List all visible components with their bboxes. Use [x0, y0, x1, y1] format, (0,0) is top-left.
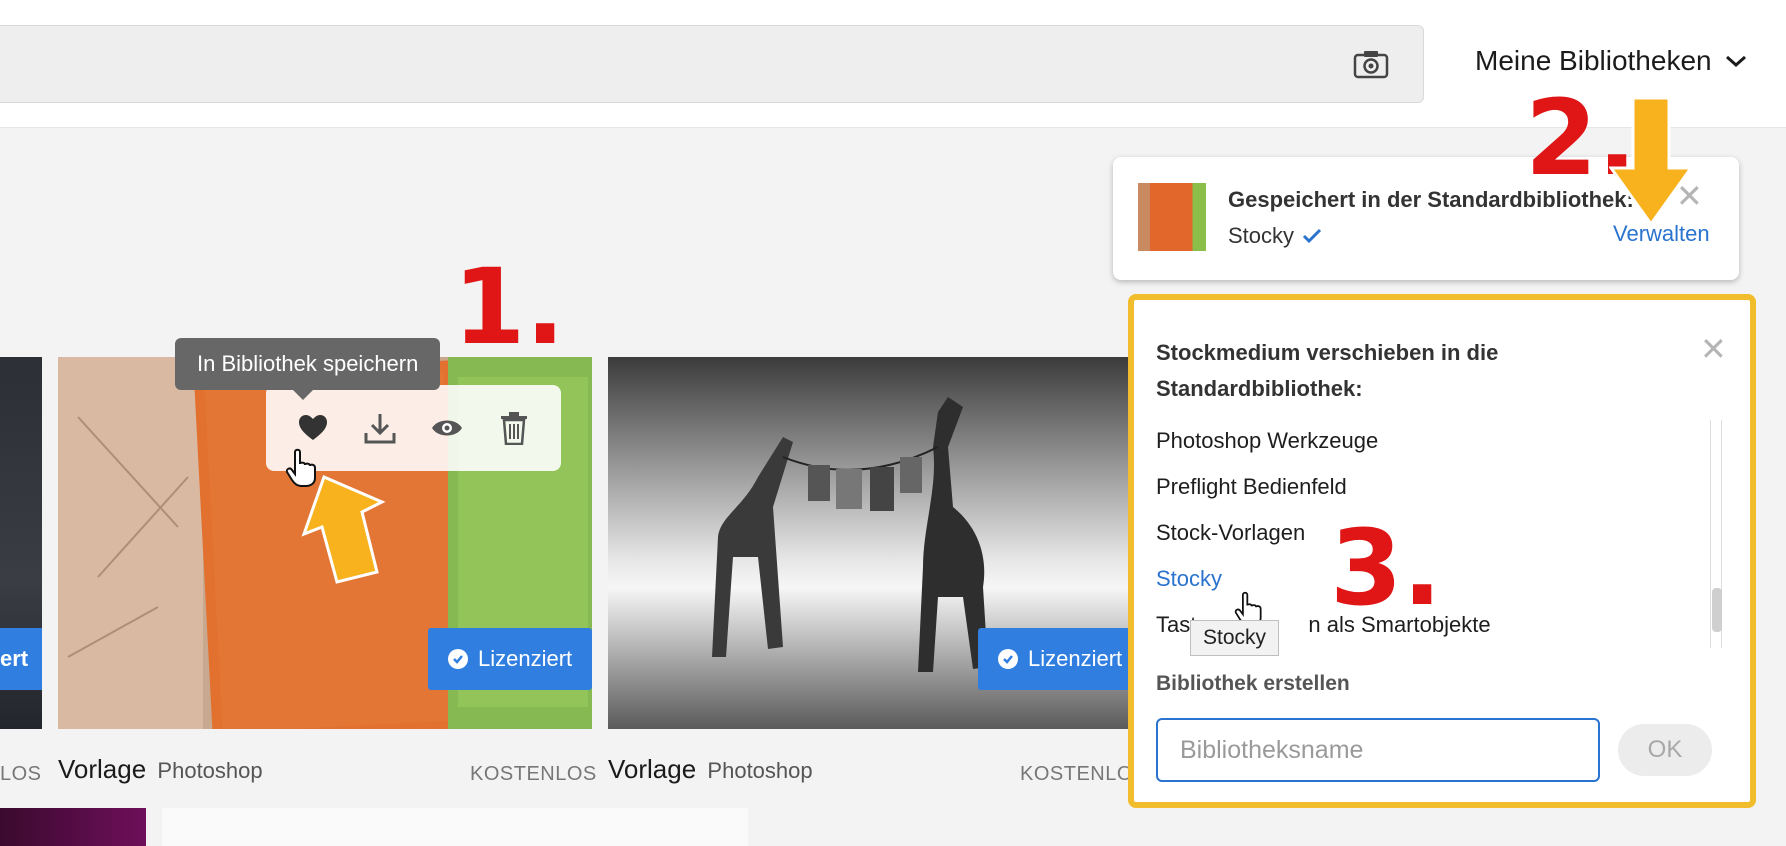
- step-1-annotation: 1.: [453, 246, 565, 368]
- asset-app: Photoshop: [157, 758, 263, 783]
- checkmark-icon: [448, 649, 468, 669]
- download-icon[interactable]: [362, 410, 398, 446]
- create-library-label: Bibliothek erstellen: [1156, 672, 1350, 695]
- card-caption: Vorlage Photoshop: [58, 754, 263, 785]
- my-libraries-label: Meine Bibliotheken: [1475, 45, 1712, 76]
- scrollbar-thumb[interactable]: [1712, 588, 1722, 632]
- heart-icon[interactable]: [295, 410, 331, 446]
- licensed-label: Lizenziert: [1028, 646, 1123, 671]
- library-list-item[interactable]: Photoshop Werkzeuge: [1156, 418, 1726, 464]
- card-image-left[interactable]: ert: [0, 357, 42, 729]
- price-label: KOSTENLOS: [470, 763, 597, 785]
- preview-eye-icon[interactable]: [429, 410, 465, 446]
- panel-heading: Stockmedium verschieben in die Standardb…: [1156, 340, 1499, 401]
- asset-type: Vorlage: [58, 754, 147, 784]
- toast-thumbnail: [1138, 183, 1206, 251]
- library-list-item[interactable]: Preflight Bedienfeld: [1156, 464, 1726, 510]
- checkmark-icon: [1302, 228, 1322, 244]
- library-name-input[interactable]: [1156, 718, 1600, 782]
- asset-type: Vorlage: [608, 754, 697, 784]
- toast-library-name: Stocky: [1228, 223, 1295, 248]
- ok-button[interactable]: OK: [1618, 724, 1712, 776]
- save-to-library-tooltip: In Bibliothek speichern: [175, 338, 441, 400]
- asset-app: Photoshop: [707, 758, 813, 783]
- arrow-up-annotation-icon: [301, 474, 386, 584]
- list-scrollbar[interactable]: [1710, 420, 1722, 648]
- toast-library: Stocky: [1228, 223, 1322, 249]
- chevron-down-icon: [1725, 55, 1746, 68]
- price-label: KOSTENLO: [1020, 763, 1133, 785]
- licensed-label: Lizenziert: [478, 646, 573, 671]
- close-icon[interactable]: ✕: [1700, 330, 1727, 368]
- card-image-giraffe-template[interactable]: Lizenziert: [608, 357, 1128, 729]
- move-to-library-panel: Stockmedium verschieben in die Standardb…: [1128, 294, 1756, 808]
- licensed-badge: Lizenziert: [428, 628, 592, 690]
- trash-icon[interactable]: [496, 410, 532, 446]
- item-tooltip: Stocky: [1190, 620, 1280, 656]
- step-3-annotation: 3.: [1330, 507, 1442, 629]
- search-field[interactable]: [0, 25, 1424, 103]
- camera-search-icon[interactable]: [1352, 46, 1390, 82]
- card-image-bottom-left[interactable]: [0, 808, 146, 846]
- price-label: LOS: [0, 763, 42, 785]
- top-bar: Meine Bibliotheken: [0, 0, 1786, 128]
- checkmark-icon: [998, 649, 1018, 669]
- arrow-down-annotation-icon: [1609, 96, 1693, 226]
- card-caption: Vorlage Photoshop: [608, 754, 813, 785]
- my-libraries-dropdown[interactable]: Meine Bibliotheken: [1475, 45, 1748, 77]
- card-image-bottom-middle[interactable]: [162, 808, 748, 846]
- licensed-badge: ert: [0, 628, 42, 690]
- licensed-badge: Lizenziert: [978, 628, 1128, 690]
